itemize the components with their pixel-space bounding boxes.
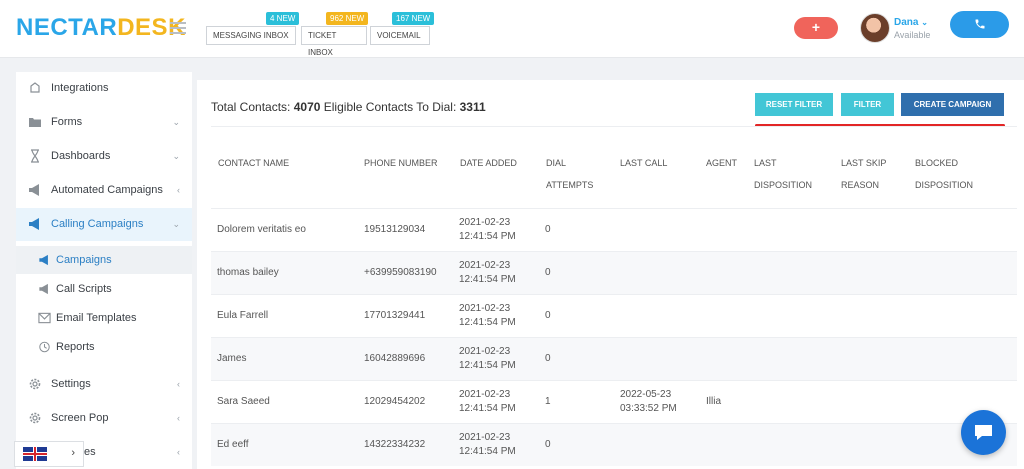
sidebar-item-automated-campaigns[interactable]: Automated Campaigns ‹	[16, 174, 192, 207]
main-panel: Total Contacts: 4070 Eligible Contacts T…	[197, 80, 1024, 469]
column-header-dial-attempts[interactable]: Dial Attempts	[546, 152, 593, 196]
hamburger-menu-icon[interactable]	[170, 22, 186, 34]
sidebar-item-dashboards[interactable]: Dashboards ⌄	[16, 140, 192, 173]
column-header-last-disposition[interactable]: Last Disposition	[754, 152, 812, 196]
brand-name-part1: NECTAR	[16, 14, 118, 41]
table-row[interactable]: Dolorem veritatis eo 19513129034 2021-02…	[211, 208, 1017, 251]
chevron-down-icon: ⌄	[172, 117, 180, 127]
chevron-left-icon: ‹	[177, 379, 180, 389]
megaphone-icon	[39, 254, 48, 266]
user-name[interactable]: Dana ⌄	[894, 17, 928, 28]
puzzle-icon	[30, 82, 40, 93]
column-header-last-call[interactable]: Last Call	[620, 152, 667, 174]
add-button[interactable]: +	[794, 17, 838, 39]
language-selector[interactable]: ›	[14, 441, 84, 467]
envelope-icon	[38, 312, 51, 324]
column-header-last-skip-reason[interactable]: Last Skip Reason	[841, 152, 886, 196]
chevron-down-icon: ⌄	[172, 219, 180, 229]
megaphone-icon	[29, 218, 39, 230]
user-status: Available	[894, 30, 931, 40]
eligible-contacts-value: 3311	[459, 100, 486, 114]
voicemail-badge: 167 NEW	[392, 12, 435, 25]
reset-filter-button[interactable]: Reset Filter	[755, 93, 833, 116]
table-row[interactable]: James 16042889696 2021-02-23 12:41:54 PM …	[211, 337, 1017, 380]
column-header-contact-name[interactable]: Contact Name	[218, 152, 289, 174]
avatar[interactable]	[860, 13, 890, 43]
megaphone-icon	[39, 283, 48, 295]
top-bar: NECTARDESK 4 NEW Messaging Inbox 962 NEW…	[0, 0, 1024, 58]
uk-flag-icon	[23, 447, 47, 461]
sidebar-item-forms[interactable]: Forms ⌄	[16, 106, 192, 139]
clock-icon	[39, 341, 50, 353]
sidebar-subitem-email-templates[interactable]: Email Templates	[16, 304, 192, 332]
megaphone-icon	[29, 184, 39, 196]
chat-bubble-icon	[975, 425, 992, 440]
filter-button[interactable]: Filter	[841, 93, 894, 116]
table-row[interactable]: Ed eeff 14322334232 2021-02-23 12:41:54 P…	[211, 423, 1017, 466]
column-header-agent[interactable]: Agent	[706, 152, 737, 174]
chevron-left-icon: ‹	[177, 185, 180, 195]
hourglass-icon	[31, 149, 39, 163]
chevron-down-icon: ⌄	[172, 151, 180, 161]
sidebar-subitem-campaigns[interactable]: Campaigns	[16, 246, 192, 274]
chat-button[interactable]	[961, 410, 1006, 455]
ticket-inbox-badge: 962 NEW	[326, 12, 369, 25]
table-row[interactable]: Eula Farrell 17701329441 2021-02-23 12:41…	[211, 294, 1017, 337]
chevron-right-icon: ›	[71, 447, 75, 459]
phone-button[interactable]	[950, 11, 1009, 38]
folder-icon	[29, 118, 41, 127]
messaging-inbox-badge: 4 NEW	[266, 12, 300, 25]
divider	[211, 126, 1017, 127]
sidebar-item-screen-pop[interactable]: Screen Pop ‹	[16, 402, 192, 435]
sidebar-subitem-reports[interactable]: Reports	[16, 333, 192, 361]
chevron-left-icon: ‹	[177, 447, 180, 457]
ticket-inbox-button[interactable]: Ticket Inbox	[301, 26, 367, 57]
phone-icon	[975, 19, 985, 29]
total-contacts-value: 4070	[293, 100, 321, 114]
messaging-inbox-button[interactable]: Messaging Inbox	[206, 26, 296, 45]
gear-icon	[29, 378, 41, 390]
sidebar-item-calling-campaigns[interactable]: Calling Campaigns ⌄	[16, 208, 192, 241]
contacts-summary: Total Contacts: 4070 Eligible Contacts T…	[211, 100, 486, 114]
brand-logo[interactable]: NECTARDESK	[16, 14, 186, 42]
create-campaign-button[interactable]: Create Campaign	[901, 93, 1004, 116]
sidebar-item-settings[interactable]: Settings ‹	[16, 368, 192, 401]
table-row[interactable]: Sara Saeed 12029454202 2021-02-23 12:41:5…	[211, 380, 1017, 423]
sidebar-item-integrations[interactable]: Integrations	[16, 72, 192, 105]
sidebar-subitem-call-scripts[interactable]: Call Scripts	[16, 275, 192, 303]
voicemail-button[interactable]: Voicemail	[370, 26, 430, 45]
column-header-phone-number[interactable]: Phone Number	[364, 152, 438, 174]
chevron-left-icon: ‹	[177, 413, 180, 423]
chevron-down-icon: ⌄	[921, 18, 928, 27]
table-row[interactable]: thomas bailey +639959083190 2021-02-23 12…	[211, 251, 1017, 294]
gear-icon	[29, 412, 41, 424]
column-header-date-added[interactable]: Date Added	[460, 152, 517, 174]
column-header-blocked-disposition[interactable]: Blocked Disposition	[915, 152, 973, 196]
sidebar: Integrations Forms ⌄ Dashboards ⌄ Automa…	[16, 72, 192, 469]
